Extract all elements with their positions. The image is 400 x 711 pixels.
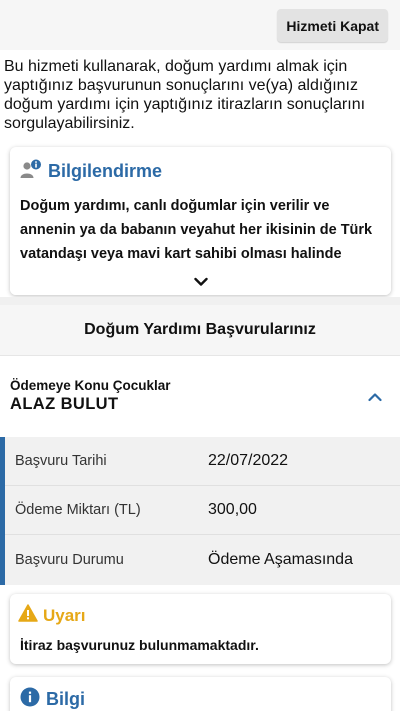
detail-label: Başvuru Tarihi [15, 453, 107, 469]
chevron-up-icon[interactable] [368, 389, 382, 407]
warning-box: Uyarı İtiraz başvurunuz bulunmamaktadır. [10, 594, 391, 664]
detail-value: Ödeme Aşamasında [208, 550, 353, 568]
detail-label: Başvuru Durumu [15, 551, 124, 568]
section-title: Doğum Yardımı Başvurularınız [0, 305, 400, 355]
child-label: Ödemeye Konu Çocuklar [10, 378, 171, 393]
intro-text: Bu hizmeti kullanarak, doğum yardımı alm… [4, 58, 366, 132]
info-box-expand[interactable] [10, 271, 391, 295]
detail-row: Ödeme Miktarı (TL) 300,00 [5, 486, 400, 535]
detail-row: Başvuru Durumu Ödeme Aşamasında [5, 535, 400, 584]
detail-value: 22/07/2022 [208, 452, 289, 469]
person-info-icon [20, 159, 42, 184]
child-name: ALAZ BULUT [10, 395, 119, 413]
section-divider [0, 297, 400, 305]
info-circle-icon [20, 687, 40, 711]
warning-icon [18, 604, 38, 627]
info-box-title: Bilgilendirme [48, 161, 163, 181]
child-accordion-header[interactable]: Ödemeye Konu Çocuklar ALAZ BULUT [0, 355, 400, 437]
info-box: Bilgilendirme Doğum yardımı, canlı doğum… [10, 147, 391, 295]
chevron-down-icon[interactable] [193, 274, 208, 292]
info-box-header: Bilgilendirme [10, 147, 391, 184]
warning-body: İtiraz başvurunuz bulunmamaktadır. [20, 637, 259, 653]
info-box-body: Doğum yardımı, canlı doğumlar için veril… [20, 198, 378, 278]
detail-value: 300,00 [208, 501, 257, 518]
detail-row: Başvuru Tarihi 22/07/2022 [5, 437, 400, 486]
bilgi-box-header: Bilgi [10, 677, 391, 711]
detail-label: Ödeme Miktarı (TL) [15, 502, 141, 518]
bilgi-title: Bilgi [46, 689, 85, 709]
bilgi-box: Bilgi [10, 677, 391, 711]
top-bar: Hizmeti Kapat [0, 0, 400, 50]
application-details: Başvuru Tarihi 22/07/2022 Ödeme Miktarı … [0, 437, 400, 585]
warning-box-header: Uyarı [10, 594, 391, 627]
warning-title: Uyarı [43, 605, 86, 625]
close-service-button[interactable]: Hizmeti Kapat [277, 9, 388, 42]
